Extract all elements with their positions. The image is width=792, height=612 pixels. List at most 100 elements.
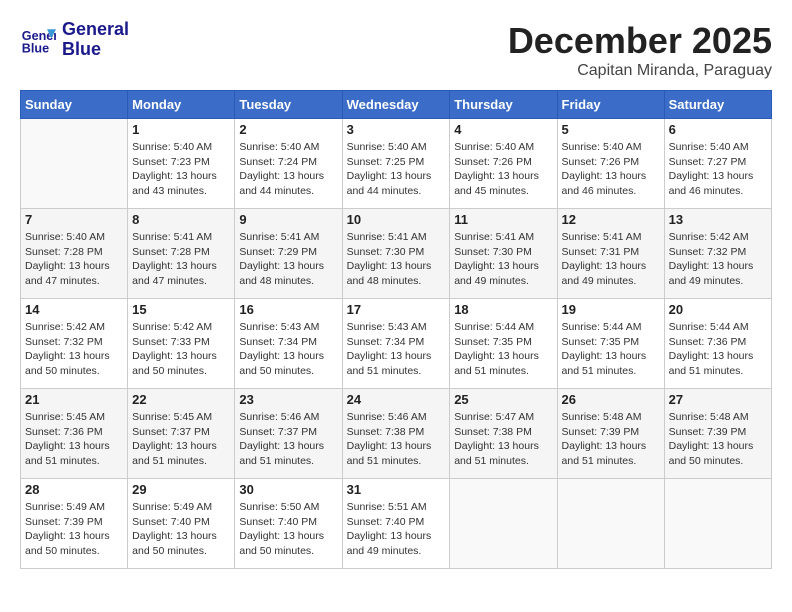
- day-info: Sunrise: 5:41 AM Sunset: 7:29 PM Dayligh…: [239, 230, 337, 289]
- calendar-cell: 8 Sunrise: 5:41 AM Sunset: 7:28 PM Daylig…: [128, 209, 235, 299]
- weekday-header-wednesday: Wednesday: [342, 91, 450, 119]
- logo-text: General Blue: [62, 20, 129, 60]
- day-info: Sunrise: 5:41 AM Sunset: 7:30 PM Dayligh…: [454, 230, 552, 289]
- calendar-cell: 12 Sunrise: 5:41 AM Sunset: 7:31 PM Dayli…: [557, 209, 664, 299]
- day-number: 20: [669, 302, 767, 317]
- calendar-cell: 26 Sunrise: 5:48 AM Sunset: 7:39 PM Dayli…: [557, 389, 664, 479]
- calendar-cell: 29 Sunrise: 5:49 AM Sunset: 7:40 PM Dayli…: [128, 479, 235, 569]
- weekday-header-sunday: Sunday: [21, 91, 128, 119]
- day-number: 25: [454, 392, 552, 407]
- day-info: Sunrise: 5:40 AM Sunset: 7:25 PM Dayligh…: [347, 140, 446, 199]
- day-info: Sunrise: 5:42 AM Sunset: 7:32 PM Dayligh…: [669, 230, 767, 289]
- week-row-1: 1 Sunrise: 5:40 AM Sunset: 7:23 PM Daylig…: [21, 119, 772, 209]
- day-info: Sunrise: 5:42 AM Sunset: 7:32 PM Dayligh…: [25, 320, 123, 379]
- day-info: Sunrise: 5:50 AM Sunset: 7:40 PM Dayligh…: [239, 500, 337, 559]
- day-info: Sunrise: 5:41 AM Sunset: 7:30 PM Dayligh…: [347, 230, 446, 289]
- calendar-cell: 30Sunrise: 5:50 AM Sunset: 7:40 PM Dayli…: [235, 479, 342, 569]
- week-row-4: 21Sunrise: 5:45 AM Sunset: 7:36 PM Dayli…: [21, 389, 772, 479]
- day-number: 1: [132, 122, 230, 137]
- day-info: Sunrise: 5:49 AM Sunset: 7:40 PM Dayligh…: [132, 500, 230, 559]
- day-number: 10: [347, 212, 446, 227]
- calendar-cell: 15 Sunrise: 5:42 AM Sunset: 7:33 PM Dayli…: [128, 299, 235, 389]
- day-number: 31: [347, 482, 446, 497]
- calendar-cell: 16Sunrise: 5:43 AM Sunset: 7:34 PM Dayli…: [235, 299, 342, 389]
- day-number: 21: [25, 392, 123, 407]
- calendar-cell: 18 Sunrise: 5:44 AM Sunset: 7:35 PM Dayli…: [450, 299, 557, 389]
- calendar-cell: 10 Sunrise: 5:41 AM Sunset: 7:30 PM Dayli…: [342, 209, 450, 299]
- day-number: 22: [132, 392, 230, 407]
- day-info: Sunrise: 5:41 AM Sunset: 7:31 PM Dayligh…: [562, 230, 660, 289]
- day-number: 6: [669, 122, 767, 137]
- day-info: Sunrise: 5:40 AM Sunset: 7:28 PM Dayligh…: [25, 230, 123, 289]
- title-area: December 2025 Capitan Miranda, Paraguay: [508, 20, 772, 80]
- day-info: Sunrise: 5:40 AM Sunset: 7:26 PM Dayligh…: [454, 140, 552, 199]
- day-info: Sunrise: 5:47 AM Sunset: 7:38 PM Dayligh…: [454, 410, 552, 469]
- day-info: Sunrise: 5:40 AM Sunset: 7:27 PM Dayligh…: [669, 140, 767, 199]
- day-number: 3: [347, 122, 446, 137]
- day-number: 29: [132, 482, 230, 497]
- calendar-cell: 3 Sunrise: 5:40 AM Sunset: 7:25 PM Daylig…: [342, 119, 450, 209]
- day-info: Sunrise: 5:40 AM Sunset: 7:24 PM Dayligh…: [239, 140, 337, 199]
- calendar-cell: 9 Sunrise: 5:41 AM Sunset: 7:29 PM Daylig…: [235, 209, 342, 299]
- day-number: 5: [562, 122, 660, 137]
- day-info: Sunrise: 5:44 AM Sunset: 7:36 PM Dayligh…: [669, 320, 767, 379]
- day-number: 24: [347, 392, 446, 407]
- calendar-cell: 24 Sunrise: 5:46 AM Sunset: 7:38 PM Dayli…: [342, 389, 450, 479]
- day-number: 19: [562, 302, 660, 317]
- calendar-cell: 4 Sunrise: 5:40 AM Sunset: 7:26 PM Daylig…: [450, 119, 557, 209]
- calendar-cell: [21, 119, 128, 209]
- calendar-cell: 17Sunrise: 5:43 AM Sunset: 7:34 PM Dayli…: [342, 299, 450, 389]
- day-number: 2: [239, 122, 337, 137]
- svg-text:Blue: Blue: [22, 41, 49, 55]
- day-number: 4: [454, 122, 552, 137]
- day-number: 23: [239, 392, 337, 407]
- calendar-cell: 11 Sunrise: 5:41 AM Sunset: 7:30 PM Dayli…: [450, 209, 557, 299]
- week-row-5: 28 Sunrise: 5:49 AM Sunset: 7:39 PM Dayli…: [21, 479, 772, 569]
- day-number: 11: [454, 212, 552, 227]
- calendar-cell: 28 Sunrise: 5:49 AM Sunset: 7:39 PM Dayli…: [21, 479, 128, 569]
- calendar-cell: 7Sunrise: 5:40 AM Sunset: 7:28 PM Daylig…: [21, 209, 128, 299]
- day-info: Sunrise: 5:49 AM Sunset: 7:39 PM Dayligh…: [25, 500, 123, 559]
- day-info: Sunrise: 5:51 AM Sunset: 7:40 PM Dayligh…: [347, 500, 446, 559]
- location: Capitan Miranda, Paraguay: [508, 62, 772, 80]
- day-number: 28: [25, 482, 123, 497]
- day-info: Sunrise: 5:46 AM Sunset: 7:37 PM Dayligh…: [239, 410, 337, 469]
- calendar-cell: 31 Sunrise: 5:51 AM Sunset: 7:40 PM Dayli…: [342, 479, 450, 569]
- header: General Blue General Blue December 2025 …: [20, 20, 772, 80]
- calendar-cell: 21Sunrise: 5:45 AM Sunset: 7:36 PM Dayli…: [21, 389, 128, 479]
- weekday-header-monday: Monday: [128, 91, 235, 119]
- logo-line2: Blue: [62, 40, 129, 60]
- logo-line1: General: [62, 20, 129, 40]
- day-number: 12: [562, 212, 660, 227]
- calendar-cell: 20 Sunrise: 5:44 AM Sunset: 7:36 PM Dayli…: [664, 299, 771, 389]
- day-number: 9: [239, 212, 337, 227]
- logo: General Blue General Blue: [20, 20, 129, 60]
- calendar-cell: 2 Sunrise: 5:40 AM Sunset: 7:24 PM Daylig…: [235, 119, 342, 209]
- calendar-cell: 13 Sunrise: 5:42 AM Sunset: 7:32 PM Dayli…: [664, 209, 771, 299]
- day-number: 8: [132, 212, 230, 227]
- day-number: 16: [239, 302, 337, 317]
- calendar-cell: 14Sunrise: 5:42 AM Sunset: 7:32 PM Dayli…: [21, 299, 128, 389]
- calendar-cell: 27Sunrise: 5:48 AM Sunset: 7:39 PM Dayli…: [664, 389, 771, 479]
- calendar-table: SundayMondayTuesdayWednesdayThursdayFrid…: [20, 90, 772, 569]
- day-number: 26: [562, 392, 660, 407]
- day-info: Sunrise: 5:44 AM Sunset: 7:35 PM Dayligh…: [562, 320, 660, 379]
- day-number: 17: [347, 302, 446, 317]
- day-info: Sunrise: 5:41 AM Sunset: 7:28 PM Dayligh…: [132, 230, 230, 289]
- day-info: Sunrise: 5:44 AM Sunset: 7:35 PM Dayligh…: [454, 320, 552, 379]
- day-info: Sunrise: 5:48 AM Sunset: 7:39 PM Dayligh…: [562, 410, 660, 469]
- calendar-cell: [557, 479, 664, 569]
- day-number: 15: [132, 302, 230, 317]
- day-info: Sunrise: 5:46 AM Sunset: 7:38 PM Dayligh…: [347, 410, 446, 469]
- day-info: Sunrise: 5:42 AM Sunset: 7:33 PM Dayligh…: [132, 320, 230, 379]
- calendar-cell: 23 Sunrise: 5:46 AM Sunset: 7:37 PM Dayli…: [235, 389, 342, 479]
- day-number: 13: [669, 212, 767, 227]
- weekday-header-tuesday: Tuesday: [235, 91, 342, 119]
- day-number: 18: [454, 302, 552, 317]
- day-info: Sunrise: 5:45 AM Sunset: 7:37 PM Dayligh…: [132, 410, 230, 469]
- day-info: Sunrise: 5:40 AM Sunset: 7:23 PM Dayligh…: [132, 140, 230, 199]
- calendar-cell: 1 Sunrise: 5:40 AM Sunset: 7:23 PM Daylig…: [128, 119, 235, 209]
- weekday-header-friday: Friday: [557, 91, 664, 119]
- calendar-cell: 6 Sunrise: 5:40 AM Sunset: 7:27 PM Daylig…: [664, 119, 771, 209]
- week-row-2: 7Sunrise: 5:40 AM Sunset: 7:28 PM Daylig…: [21, 209, 772, 299]
